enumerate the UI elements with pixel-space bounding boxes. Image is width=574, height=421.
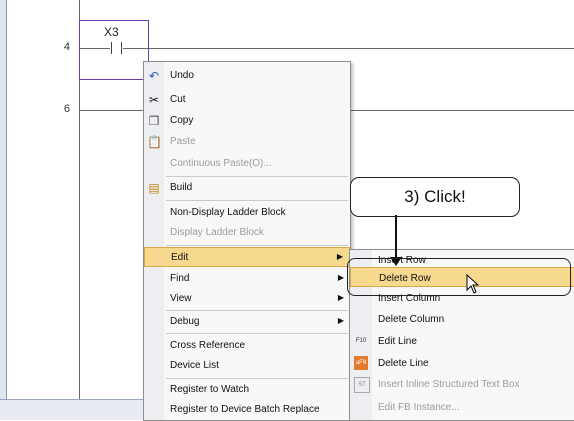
menu-separator xyxy=(166,378,348,379)
menu-item-register-to-watch[interactable]: Register to Watch xyxy=(144,380,350,400)
menu-item-copy[interactable]: ❐ Copy xyxy=(144,111,350,131)
submenu-arrow-icon: ▶ xyxy=(337,316,344,325)
context-menu: ↶ Undo ✂ Cut ❐ Copy 📋 Paste Continuous P… xyxy=(143,61,351,421)
editor-left-edge xyxy=(0,0,7,419)
edit-line-icon: F10 xyxy=(355,338,367,344)
rung-4-wire-right xyxy=(123,48,574,49)
menu-item-cross-reference[interactable]: Cross Reference xyxy=(144,336,350,356)
menu-item-non-display-ladder-block[interactable]: Non-Display Ladder Block xyxy=(144,203,350,223)
cut-icon: ✂ xyxy=(148,93,160,107)
menu-separator xyxy=(166,310,348,311)
contact-selection-cursor[interactable] xyxy=(79,20,149,80)
menu-item-cut[interactable]: ✂ Cut xyxy=(144,90,350,110)
menu-item-paste: 📋 Paste xyxy=(147,135,196,149)
menu-item-build[interactable]: ▤ Build xyxy=(144,178,350,198)
delete-row-highlight-outline xyxy=(347,258,571,296)
menu-item-device-list[interactable]: Device List xyxy=(144,356,350,376)
submenu-item-delete-line[interactable]: aF9 Delete Line xyxy=(350,353,574,373)
menu-item-view[interactable]: View ▶ xyxy=(144,289,350,309)
menu-item-debug[interactable]: Debug ▶ xyxy=(144,312,350,332)
menu-item-edit[interactable]: Edit ▶ xyxy=(144,247,350,267)
rung-number-6: 6 xyxy=(63,103,70,115)
mouse-pointer-icon xyxy=(466,274,480,294)
menu-item-find[interactable]: Find ▶ xyxy=(144,269,350,289)
copy-icon: ❐ xyxy=(148,114,160,128)
instruction-callout: 3) Click! xyxy=(350,177,520,217)
build-icon: ▤ xyxy=(148,181,160,195)
submenu-arrow-icon: ▶ xyxy=(336,252,343,261)
menu-separator xyxy=(166,200,348,201)
submenu-item-edit-fb-instance: Edit FB Instance... xyxy=(378,402,460,413)
submenu-arrow-icon: ▶ xyxy=(337,293,344,302)
rung-number-4: 4 xyxy=(63,41,70,53)
menu-separator xyxy=(166,245,348,246)
callout-arrow-line xyxy=(395,215,397,261)
submenu-item-edit-line[interactable]: F10 Edit Line xyxy=(350,331,574,351)
menu-item-register-device-batch-replace[interactable]: Register to Device Batch Replace xyxy=(144,400,350,420)
undo-icon: ↶ xyxy=(148,69,160,83)
submenu-arrow-icon: ▶ xyxy=(337,273,344,282)
st-box-icon: ST xyxy=(354,377,370,393)
paste-icon: 📋 xyxy=(147,135,162,149)
delete-line-icon: aF9 xyxy=(354,356,368,370)
menu-separator xyxy=(166,176,348,177)
menu-item-undo[interactable]: ↶ Undo xyxy=(144,66,350,86)
menu-item-continuous-paste: Continuous Paste(O)... xyxy=(170,158,272,169)
submenu-item-insert-inline-st-box: ST Insert Inline Structured Text Box xyxy=(350,374,574,394)
menu-separator xyxy=(166,333,348,334)
submenu-item-delete-column[interactable]: Delete Column xyxy=(350,309,574,329)
menu-item-display-ladder-block: Display Ladder Block xyxy=(170,227,264,238)
